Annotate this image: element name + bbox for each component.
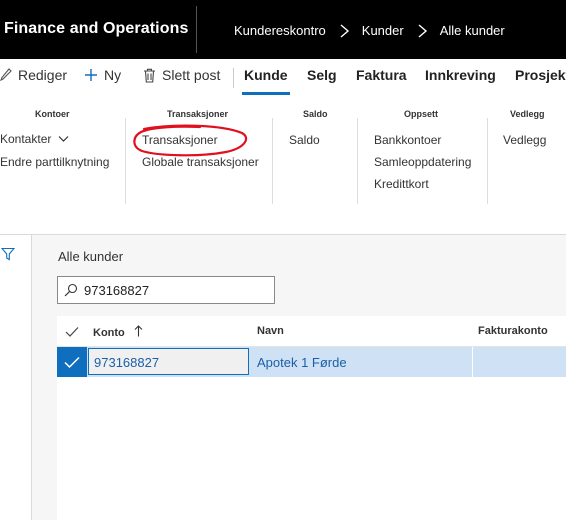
edit-label: Rediger — [18, 67, 68, 83]
group-title-saldo: Saldo — [303, 109, 328, 119]
top-navigation-bar: Finance and Operations Kundereskontro Ku… — [0, 0, 566, 59]
checkmark-icon — [64, 356, 80, 369]
edit-button[interactable]: Rediger — [0, 67, 67, 83]
column-divider — [472, 347, 473, 377]
new-button[interactable]: Ny — [84, 67, 121, 83]
ribbon-item-saldo[interactable]: Saldo — [289, 133, 320, 147]
topbar-divider — [196, 6, 197, 53]
new-label: Ny — [104, 67, 122, 83]
tab-kunde[interactable]: Kunde — [244, 67, 288, 83]
chevron-down-icon — [58, 136, 69, 142]
ribbon-item-vedlegg[interactable]: Vedlegg — [503, 133, 546, 147]
column-header-label: Konto — [93, 327, 125, 339]
column-header-konto[interactable]: Konto — [93, 325, 143, 339]
list-title: Alle kunder — [58, 249, 124, 264]
active-tab-indicator — [242, 92, 290, 95]
ribbon-panel: Kontoer Kontakter Endre parttilknytning … — [0, 98, 566, 235]
breadcrumb: Kundereskontro Kunder Alle kunder — [234, 23, 505, 38]
tab-prosjekt[interactable]: Prosjekt — [515, 67, 566, 83]
filter-icon[interactable] — [1, 247, 15, 261]
action-separator — [233, 68, 234, 88]
search-input[interactable] — [84, 282, 264, 298]
ribbon-item-samleoppdatering[interactable]: Samleoppdatering — [374, 155, 471, 169]
cell-konto[interactable]: 973168827 — [88, 348, 249, 375]
table-row[interactable]: 973168827 Apotek 1 Førde — [57, 347, 566, 377]
ribbon-item-transaksjoner[interactable]: Transaksjoner — [142, 133, 218, 147]
pencil-icon — [0, 68, 12, 82]
column-header-navn[interactable]: Navn — [257, 325, 284, 337]
search-box[interactable] — [57, 276, 275, 304]
delete-label: Slett post — [162, 67, 221, 83]
breadcrumb-item-kundereskontro[interactable]: Kundereskontro — [234, 23, 326, 38]
group-title-oppsett: Oppsett — [404, 109, 439, 119]
filter-pane — [0, 235, 31, 520]
group-title-transaksjoner: Transaksjoner — [167, 109, 229, 119]
column-header-fakturakonto[interactable]: Fakturakonto — [478, 325, 548, 337]
cell-navn[interactable]: Apotek 1 Førde — [257, 355, 347, 370]
row-selected-check[interactable] — [57, 347, 87, 377]
ribbon-item-label: Kontakter — [0, 132, 52, 146]
chevron-right-icon — [418, 23, 427, 38]
plus-icon — [85, 69, 97, 81]
group-separator — [357, 118, 358, 204]
delete-button[interactable]: Slett post — [143, 67, 220, 83]
ribbon-item-kredittkort[interactable]: Kredittkort — [374, 177, 429, 191]
ribbon-item-kontakter[interactable]: Kontakter — [0, 132, 69, 146]
app-title[interactable]: Finance and Operations — [4, 20, 188, 38]
ribbon-item-bankkontoer[interactable]: Bankkontoer — [374, 133, 441, 147]
grid-header: Konto Navn Fakturakonto — [57, 316, 566, 347]
group-separator — [272, 118, 273, 204]
sort-ascending-icon — [134, 325, 143, 337]
ribbon-item-globale-transaksjoner[interactable]: Globale transaksjoner — [142, 155, 259, 169]
tab-innkreving[interactable]: Innkreving — [425, 67, 496, 83]
select-all-checkmark-icon[interactable] — [65, 326, 79, 338]
group-separator — [125, 118, 126, 204]
trash-icon — [144, 68, 155, 83]
search-icon — [64, 283, 78, 297]
group-separator — [487, 118, 488, 204]
breadcrumb-item-kunder[interactable]: Kunder — [362, 23, 404, 38]
breadcrumb-item-alle-kunder[interactable]: Alle kunder — [440, 23, 505, 38]
action-pane: Rediger Ny Slett post Kunde Selg Faktura… — [0, 59, 566, 98]
group-title-kontoer: Kontoer — [35, 109, 70, 119]
customer-grid: Konto Navn Fakturakonto 973168827 Apotek… — [57, 316, 566, 520]
tab-selg[interactable]: Selg — [307, 67, 337, 83]
group-title-vedlegg: Vedlegg — [510, 109, 545, 119]
tab-faktura[interactable]: Faktura — [356, 67, 407, 83]
chevron-right-icon — [340, 23, 349, 38]
ribbon-item-endre-parttilknytning[interactable]: Endre parttilknytning — [0, 155, 109, 169]
